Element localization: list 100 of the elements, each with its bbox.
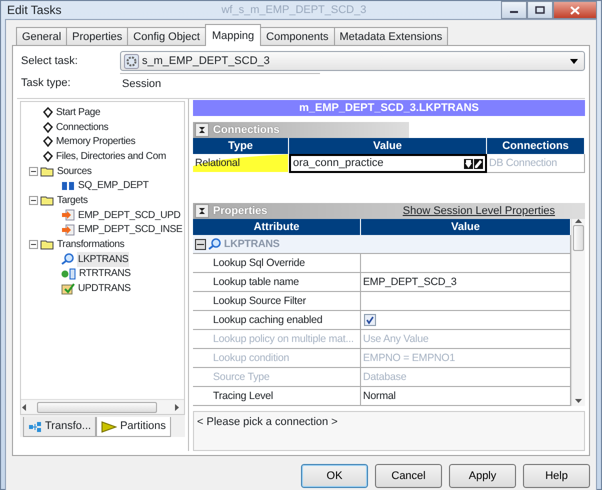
- router-icon: [61, 268, 76, 280]
- column-header: Connections: [487, 138, 585, 154]
- background-window-title: wf_s_m_EMP_DEPT_SCD_3: [221, 2, 366, 18]
- magnifier-icon: [208, 238, 222, 250]
- table-cell: Relational: [195, 157, 240, 169]
- attribute-name: Lookup caching enabled: [213, 314, 322, 326]
- window-title: Edit Tasks: [6, 2, 62, 19]
- group-title: LKPTRANS: [224, 237, 280, 252]
- message-text: < Please pick a connection >: [193, 411, 585, 451]
- attribute-name: Lookup table name: [213, 276, 299, 288]
- scroll-right-icon: [174, 404, 180, 410]
- arrow-icon: [61, 224, 75, 236]
- tree-item[interactable]: Memory Properties: [55, 134, 136, 150]
- tab[interactable]: Metadata Extensions: [334, 27, 448, 46]
- empty-cell[interactable]: [361, 254, 571, 273]
- tree-item[interactable]: EMP_DEPT_SCD_INSE: [77, 222, 184, 238]
- tree-item[interactable]: RTRTRANS: [78, 266, 132, 282]
- tree-item[interactable]: Start Page: [55, 104, 102, 120]
- gear-icon: [124, 54, 139, 68]
- tree-item[interactable]: UPDTRANS: [77, 281, 132, 296]
- attribute-name: Lookup policy on multiple mat...: [213, 333, 354, 345]
- tab[interactable]: Config Object: [127, 27, 206, 46]
- section-header: Properties Show Session Level Properties: [193, 203, 585, 219]
- dialog-button[interactable]: OK: [301, 464, 368, 488]
- tree-item[interactable]: Connections: [55, 120, 110, 135]
- dropdown-button[interactable]: [464, 159, 473, 170]
- collapse-icon[interactable]: [29, 240, 38, 250]
- diamond-icon: [43, 136, 53, 148]
- property-value: EMPNO = EMPNO1: [363, 352, 456, 364]
- tab[interactable]: Properties: [66, 27, 128, 46]
- property-value: EMP_DEPT_SCD_3: [363, 276, 456, 288]
- pencil-icon: [475, 160, 482, 168]
- attribute-name: Lookup Source Filter: [213, 295, 306, 307]
- collapse-icon[interactable]: [195, 238, 206, 250]
- empty-cell[interactable]: [361, 292, 571, 311]
- tree-item[interactable]: Sources: [56, 164, 93, 179]
- folder-icon: [40, 194, 54, 206]
- arrow-icon: [465, 160, 472, 168]
- attribute-name: Lookup condition: [213, 352, 290, 364]
- table-cell: DB Connection: [489, 157, 558, 169]
- vertical-scrollbar[interactable]: [571, 219, 585, 406]
- tree-item[interactable]: Transformations: [56, 237, 126, 252]
- tree-item[interactable]: LKPTRANS: [77, 252, 130, 267]
- column-header: Attribute: [193, 219, 361, 235]
- scroll-left-icon: [21, 404, 27, 410]
- maximize-icon: [535, 6, 545, 14]
- diamond-icon: [43, 150, 53, 162]
- task-dropdown[interactable]: s_m_EMP_DEPT_SCD_3: [120, 51, 585, 71]
- attribute-name: Lookup Sql Override: [213, 257, 305, 269]
- section-header: Connections: [193, 122, 409, 138]
- close-button[interactable]: [553, 1, 597, 19]
- scroll-down-icon: [575, 399, 582, 403]
- collapse-section-icon[interactable]: [195, 204, 209, 218]
- attribute-name: Tracing Level: [213, 390, 274, 402]
- dialog-button[interactable]: Help: [523, 464, 590, 488]
- update-icon: [61, 282, 75, 295]
- dialog-button[interactable]: Cancel: [375, 464, 442, 488]
- folder-icon: [40, 166, 54, 177]
- close-icon: [570, 6, 580, 14]
- checkbox[interactable]: [364, 314, 376, 326]
- tab[interactable]: General: [16, 27, 68, 46]
- network-icon: [28, 420, 42, 432]
- horizontal-scrollbar[interactable]: [21, 399, 184, 414]
- property-value: Database: [363, 371, 406, 383]
- tree-item[interactable]: Targets: [56, 192, 89, 208]
- panel-title: m_EMP_DEPT_SCD_3.LKPTRANS: [193, 100, 585, 116]
- connection-value-field[interactable]: ora_conn_practice: [289, 154, 487, 173]
- property-value: Normal: [363, 390, 396, 402]
- panel-tab[interactable]: Transfo...: [23, 417, 96, 437]
- scroll-thumb[interactable]: [573, 225, 584, 251]
- scroll-thumb[interactable]: [37, 402, 157, 412]
- flag-icon: [101, 420, 118, 432]
- select-task-label: Select task:: [20, 54, 79, 69]
- column-header: Value: [361, 219, 571, 235]
- caret-icon: [570, 58, 578, 64]
- magnifier-icon: [61, 253, 75, 266]
- task-type-label: Task type:: [20, 76, 72, 91]
- tab[interactable]: Mapping: [204, 24, 262, 46]
- tree-item[interactable]: SQ_EMP_DEPT: [77, 178, 150, 194]
- collapse-icon[interactable]: [29, 166, 38, 176]
- column-header: Value: [289, 138, 487, 154]
- dialog-button[interactable]: Apply: [449, 464, 516, 488]
- diamond-icon: [43, 122, 53, 133]
- tree-item[interactable]: Files, Directories and Com: [55, 148, 168, 164]
- edit-button[interactable]: [474, 159, 483, 170]
- minimize-button[interactable]: [501, 1, 527, 19]
- property-value: Use Any Value: [363, 333, 428, 345]
- panel-tab[interactable]: Partitions: [96, 417, 171, 437]
- collapse-icon[interactable]: [29, 196, 38, 205]
- tree-item[interactable]: EMP_DEPT_SCD_UPD: [77, 208, 182, 223]
- diamond-icon: [43, 106, 53, 118]
- attribute-name: Source Type: [213, 371, 270, 383]
- tab[interactable]: Components: [260, 27, 335, 46]
- column-header: Type: [193, 138, 289, 154]
- collapse-section-icon[interactable]: [195, 123, 209, 137]
- maximize-button[interactable]: [527, 1, 553, 19]
- task-type-value: Session: [120, 73, 320, 93]
- folder-icon: [40, 239, 54, 250]
- arrow-icon: [61, 209, 75, 222]
- session-properties-link[interactable]: Show Session Level Properties: [402, 202, 555, 220]
